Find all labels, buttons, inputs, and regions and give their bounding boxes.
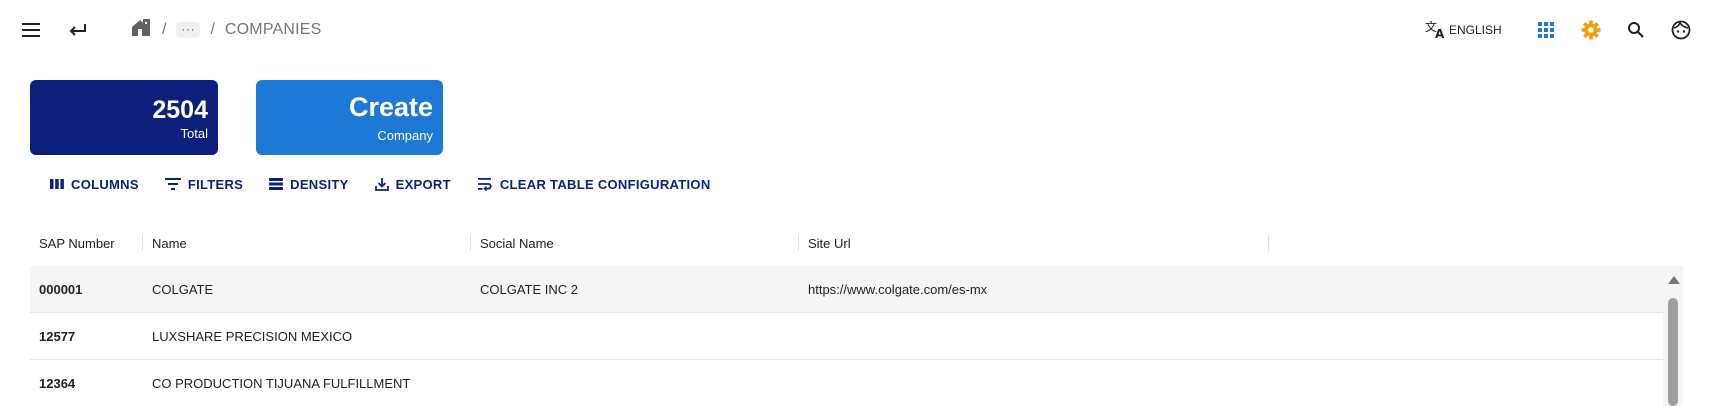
translate-icon: 文 A: [1425, 19, 1447, 42]
menu-icon[interactable]: [11, 10, 51, 50]
cell-name: COLGATE: [152, 282, 214, 297]
export-button[interactable]: EXPORT: [374, 176, 451, 192]
filter-icon: [164, 178, 181, 190]
column-header-sap-number[interactable]: SAP Number: [30, 220, 143, 266]
vertical-scrollbar[interactable]: [1663, 266, 1683, 406]
density-button[interactable]: DENSITY: [269, 177, 348, 192]
language-label: ENGLISH: [1449, 23, 1502, 37]
table-header: SAP Number Name Social Name Site Url: [30, 220, 1683, 266]
download-icon: [374, 177, 389, 191]
svg-text:A: A: [1435, 27, 1445, 39]
table-row[interactable]: 12577 LUXSHARE PRECISION MEXICO: [30, 313, 1663, 360]
column-header-name[interactable]: Name: [143, 220, 471, 266]
density-label: DENSITY: [290, 176, 349, 192]
clear-table-configuration-button[interactable]: CLEAR TABLE CONFIGURATION: [477, 177, 711, 192]
cell-name: CO PRODUCTION TIJUANA FULFILLMENT: [152, 376, 411, 391]
column-header-site-url[interactable]: Site Url: [799, 220, 1269, 266]
gear-icon[interactable]: [1571, 10, 1611, 50]
top-app-bar: / ··· / COMPANIES 文 A ENGLISH: [0, 0, 1715, 60]
density-icon: [269, 178, 284, 190]
search-icon[interactable]: [1616, 10, 1656, 50]
clear-label: CLEAR TABLE CONFIGURATION: [499, 176, 711, 192]
breadcrumb-current: COMPANIES: [224, 21, 322, 38]
columns-button[interactable]: COLUMNS: [50, 177, 139, 192]
home-icon[interactable]: [130, 18, 152, 43]
language-selector[interactable]: 文 A ENGLISH: [1425, 18, 1502, 42]
export-label: EXPORT: [395, 176, 451, 192]
breadcrumb-more-button[interactable]: ···: [176, 22, 201, 38]
columns-label: COLUMNS: [71, 176, 139, 192]
total-companies-card: 2504 Total: [30, 80, 218, 155]
breadcrumb: / ··· / COMPANIES: [130, 15, 322, 45]
cell-name: LUXSHARE PRECISION MEXICO: [152, 329, 353, 344]
apps-grid-icon[interactable]: [1526, 10, 1566, 50]
breadcrumb-separator: /: [210, 21, 215, 38]
breadcrumb-separator: /: [162, 21, 167, 38]
cell-site-url: https://www.colgate.com/es-mx: [808, 282, 988, 297]
scroll-up-arrow-icon[interactable]: [1668, 276, 1680, 284]
face-icon[interactable]: [1661, 10, 1701, 50]
back-arrow-icon[interactable]: [58, 10, 98, 50]
cell-site-url: [799, 360, 808, 406]
cell-sap-number: 12364: [39, 376, 76, 391]
column-header-social-name[interactable]: Social Name: [471, 220, 799, 266]
cell-social-name: [471, 360, 480, 406]
create-company-button[interactable]: Create Company: [256, 80, 443, 155]
cell-social-name: [471, 313, 480, 360]
cell-sap-number: 000001: [39, 282, 83, 297]
wrap-text-icon: [477, 177, 493, 191]
table-row[interactable]: 12364 CO PRODUCTION TIJUANA FULFILLMENT: [30, 360, 1663, 406]
filters-label: FILTERS: [187, 176, 244, 192]
column-divider[interactable]: [1268, 235, 1269, 251]
cell-social-name: COLGATE INC 2: [480, 282, 579, 297]
create-title: Create: [348, 92, 433, 122]
cell-sap-number: 12577: [39, 329, 76, 344]
create-subtitle: Company: [377, 128, 433, 143]
columns-icon: [50, 178, 64, 190]
cell-site-url: [799, 313, 808, 360]
filters-button[interactable]: FILTERS: [164, 176, 244, 192]
scrollbar-thumb[interactable]: [1668, 298, 1678, 406]
total-count: 2504: [152, 96, 208, 124]
companies-table: SAP Number Name Social Name Site Url 000…: [30, 220, 1683, 406]
table-toolbar: COLUMNS FILTERS DENSITY EXPORT CLEAR TAB…: [50, 172, 737, 196]
total-label: Total: [180, 126, 208, 141]
table-row[interactable]: 000001 COLGATE COLGATE INC 2 https://www…: [30, 266, 1663, 313]
